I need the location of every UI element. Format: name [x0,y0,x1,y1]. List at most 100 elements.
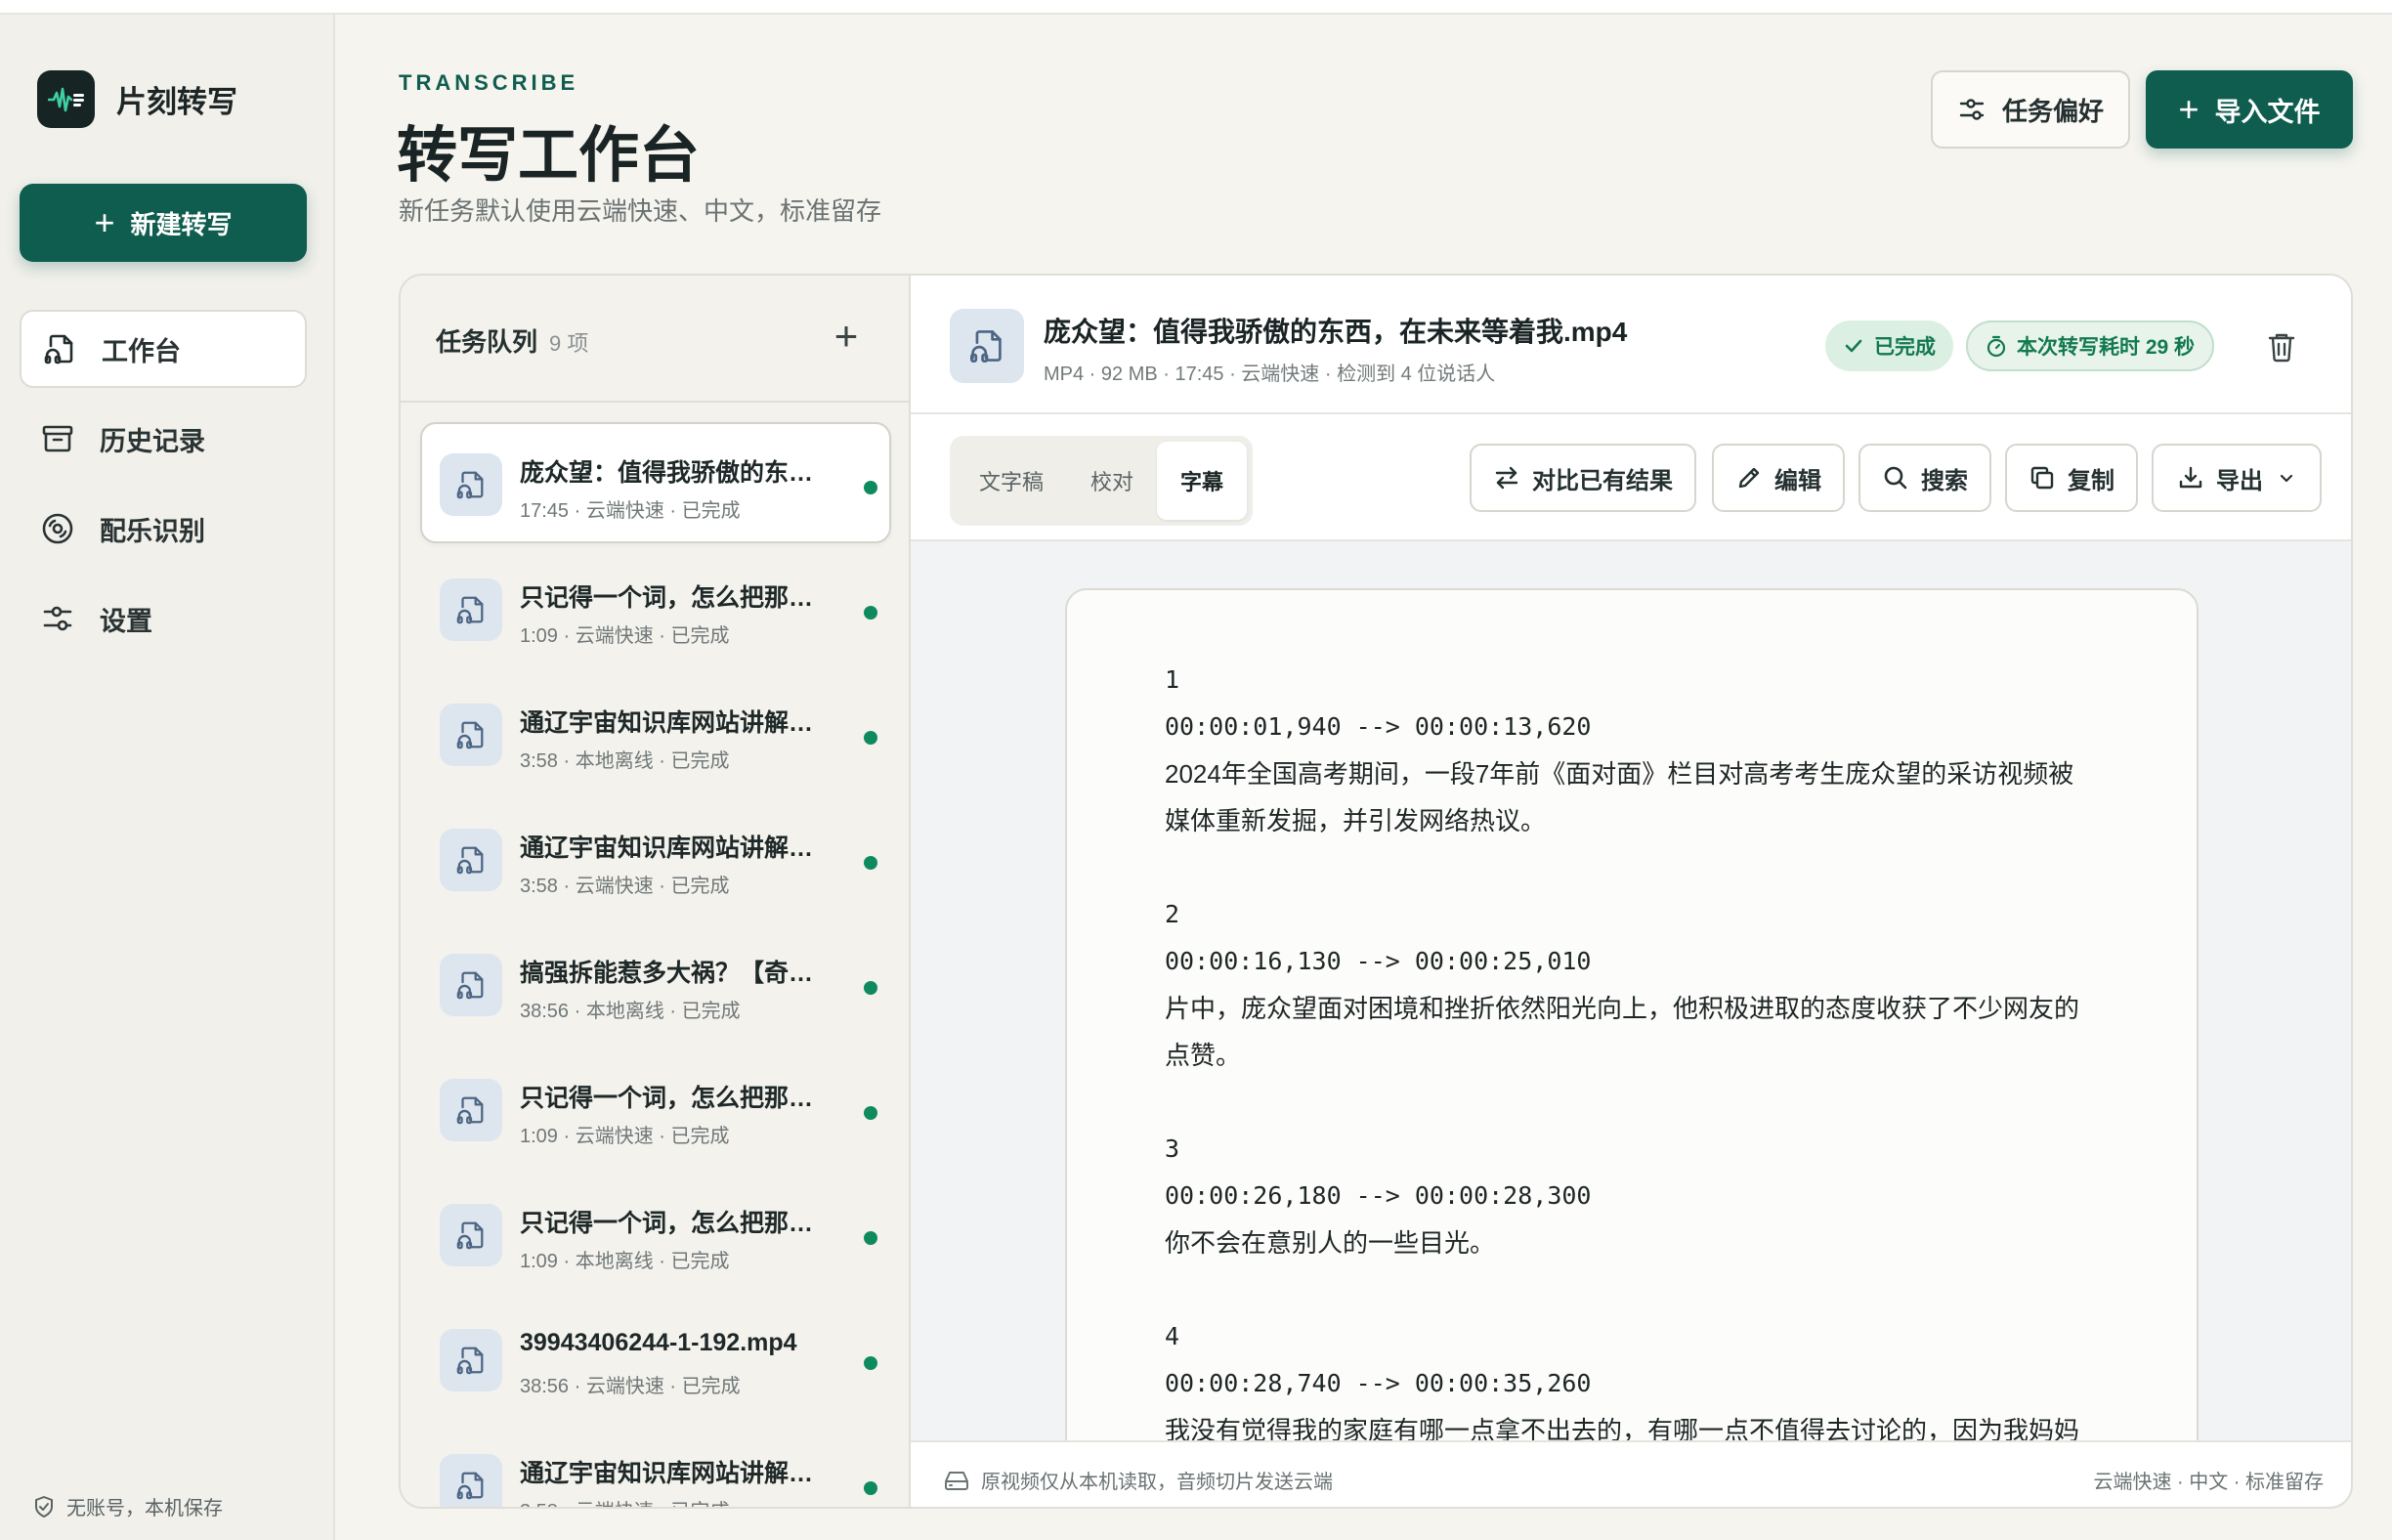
cue-text-line: 点赞。 [1165,1041,1242,1070]
task-preferences-label: 任务偏好 [2001,96,2104,126]
audio-file-icon [440,1204,502,1266]
task-meta: 38:56 · 云端快速 · 已完成 [520,1376,741,1397]
sidebar-item-settings[interactable]: 设置 [20,579,307,658]
sidebar-nav: 工作台 历史记录 配乐识别 设置 [20,310,307,669]
task-meta: 1:09 · 云端快速 · 已完成 [520,625,730,647]
sidebar-item-label: 历史记录 [100,426,205,456]
archive-icon [39,420,76,457]
task-name: 39943406244-1-192.mp4 [520,1329,797,1356]
cue-number: 3 [1165,1134,1180,1163]
status-dot [864,731,877,745]
task-name: 只记得一个词，怎么把那期视频找出来 [520,1210,833,1237]
copy-button[interactable]: 复制 [2005,444,2138,512]
task-preferences-button[interactable]: 任务偏好 [1931,70,2130,149]
page-title: 转写工作台 [397,122,701,190]
sidebar-footer-text: 无账号，本机保存 [66,1498,223,1519]
status-badge: 已完成 [1825,321,1953,371]
compare-button[interactable]: 对比已有结果 [1470,444,1696,512]
subtitle-document[interactable]: 1 00:00:01,940 --> 00:00:13,620 2024年全国高… [1065,588,2199,1440]
task-meta: 38:56 · 本地离线 · 已完成 [520,1001,741,1022]
file-meta: MP4 · 92 MB · 17:45 · 云端快速 · 检测到 4 位说话人 [1044,364,1496,385]
task-detail: 庞众望：值得我骄傲的东西，在未来等着我.mp4 MP4 · 92 MB · 17… [911,276,2351,1507]
cue-timestamp: 00:00:26,180 --> 00:00:28,300 [1165,1181,1592,1210]
task-item[interactable]: 通辽宇宙知识库网站讲解视频 3:58 · 本地离线 · 已完成 [420,672,891,793]
sidebar-footer: 无账号，本机保存 [33,1492,223,1520]
task-meta: 1:09 · 本地离线 · 已完成 [520,1251,730,1272]
tab-proofread[interactable]: 校对 [1067,442,1157,520]
task-list: 庞众望：值得我骄傲的东西，在未来等着我.mp4 17:45 · 云端快速 · 已… [420,422,891,1507]
task-meta: 3:58 · 云端快速 · 已完成 [520,1495,729,1507]
export-label: 导出 [2216,467,2263,494]
new-transcription-button[interactable]: + 新建转写 [20,184,307,262]
search-label: 搜索 [1921,467,1968,494]
file-title: 庞众望：值得我骄傲的东西，在未来等着我.mp4 [1044,317,1628,347]
plus-icon: + [94,202,115,242]
audio-file-icon [41,330,78,367]
plus-icon: + [2178,89,2200,129]
edit-label: 编辑 [1774,467,1821,494]
waveform-logo-icon [37,70,95,128]
status-dot [864,981,877,995]
audio-file-icon [440,578,502,641]
new-transcription-label: 新建转写 [130,209,233,239]
task-meta: 3:58 · 本地离线 · 已完成 [520,750,730,772]
import-file-button[interactable]: + 导入文件 [2146,70,2353,149]
task-name: 只记得一个词，怎么把那期视频找出来 [520,584,833,612]
task-item[interactable]: 搞强拆能惹多大祸？【奇葩说】 38:56 · 本地离线 · 已完成 [420,922,891,1044]
cue-timestamp: 00:00:16,130 --> 00:00:25,010 [1165,947,1592,975]
sidebar-item-workbench[interactable]: 工作台 [20,310,307,388]
disc-icon [39,510,76,547]
brand[interactable]: 片刻转写 [37,70,237,128]
duration-badge-label: 本次转写耗时 29 秒 [2017,336,2196,359]
subtitle-viewer[interactable]: 1 00:00:01,940 --> 00:00:13,620 2024年全国高… [911,541,2351,1440]
task-name: 只记得一个词，怎么把那期视频找出来 [520,1085,833,1112]
download-icon [2179,466,2202,489]
audio-file-icon [440,954,502,1016]
privacy-note-text: 原视频仅从本机读取，音频切片发送云端 [981,1472,1333,1493]
page-subtitle: 新任务默认使用云端快速、中文，标准留存 [399,196,882,226]
status-dot [864,1356,877,1370]
tab-subtitles[interactable]: 字幕 [1157,442,1248,520]
task-item[interactable]: 通辽宇宙知识库网站讲解视频 3:58 · 云端快速 · 已完成 [420,797,891,919]
task-item[interactable]: 39943406244-1-192.mp4 38:56 · 云端快速 · 已完成 [420,1298,891,1419]
add-task-button[interactable]: + [821,311,872,362]
audio-file-icon [440,1454,502,1507]
chevron-down-icon [2280,474,2293,483]
edit-button[interactable]: 编辑 [1712,444,1845,512]
cue-text-line: 片中，庞众望面对困境和挫折依然阳光向上，他积极进取的态度收获了不少网友的 [1165,994,2080,1023]
task-meta: 3:58 · 云端快速 · 已完成 [520,876,730,897]
status-dot [864,1106,877,1120]
tab-transcript[interactable]: 文字稿 [956,442,1067,520]
search-button[interactable]: 搜索 [1858,444,1991,512]
task-item[interactable]: 只记得一个词，怎么把那期视频找出来 1:09 · 云端快速 · 已完成 [420,1048,891,1169]
sidebar-item-label: 设置 [100,606,152,636]
task-item[interactable]: 只记得一个词，怎么把那期视频找出来 1:09 · 本地离线 · 已完成 [420,1173,891,1294]
sidebar-item-label: 配乐识别 [100,516,205,546]
view-tabs: 文字稿 校对 字幕 [950,436,1254,526]
task-item[interactable]: 通辽宇宙知识库网站讲解视频 3:58 · 云端快速 · 已完成 [420,1423,891,1507]
task-name: 通辽宇宙知识库网站讲解视频 [520,709,833,737]
subtitle-cue: 4 00:00:28,740 --> 00:00:35,260 我没有觉得我的家… [1165,1313,2099,1440]
export-dropdown[interactable]: 导出 [2152,444,2322,512]
task-queue: 任务队列 9 项 + 庞众望：值得我骄傲的东西，在未来等着我.mp4 17:45 … [401,276,911,1507]
page-eyebrow: TRANSCRIBE [399,70,579,95]
swap-icon [1495,466,1518,490]
audio-file-icon [950,309,1024,383]
cue-text-line: 2024年全国高考期间，一段7年前《面对面》栏目对高考考生庞众望的采访视频被 [1165,759,2074,789]
task-item[interactable]: 只记得一个词，怎么把那期视频找出来 1:09 · 云端快速 · 已完成 [420,547,891,668]
copy-icon [2030,466,2054,490]
cue-text-line: 我没有觉得我的家庭有哪一点拿不出去的，有哪一点不值得去讨论的，因为我妈妈 [1165,1416,2080,1440]
audio-file-icon [440,453,502,516]
sidebar-item-music-id[interactable]: 配乐识别 [20,490,307,568]
task-queue-count: 9 项 [549,331,589,356]
task-item[interactable]: 庞众望：值得我骄傲的东西，在未来等着我.mp4 17:45 · 云端快速 · 已… [420,422,891,543]
status-dot [864,481,877,494]
audio-file-icon [440,1079,502,1141]
status-dot [864,1231,877,1245]
status-dot [864,606,877,620]
cue-number: 1 [1165,665,1180,694]
sidebar-item-history[interactable]: 历史记录 [20,400,307,478]
delete-button[interactable] [2257,322,2306,371]
sidebar-item-label: 工作台 [102,336,181,366]
stopwatch-icon [1986,335,2006,358]
